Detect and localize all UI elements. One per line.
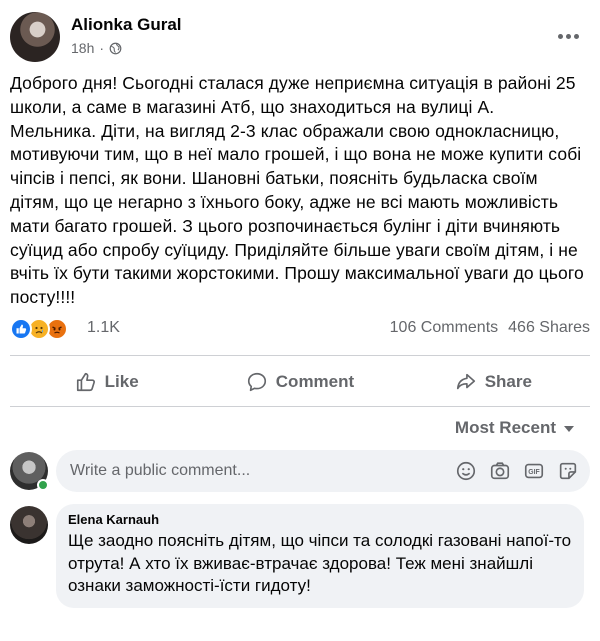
comment-label: Comment — [275, 372, 355, 391]
divider — [10, 406, 590, 407]
dot-icon — [557, 33, 563, 39]
shares-count[interactable]: 466 Shares — [508, 319, 590, 337]
sticker-icon[interactable] — [556, 459, 580, 483]
comment-author[interactable]: Elena Karnauh — [68, 512, 572, 527]
dot-icon — [573, 33, 579, 39]
like-label: Like — [104, 372, 139, 391]
author-name[interactable]: Alionka Gural — [71, 15, 182, 35]
gif-icon[interactable]: GIF — [522, 459, 546, 483]
post-stats: 106 Comments 466 Shares — [390, 319, 590, 337]
reaction-summary: 1.1K 106 Comments 466 Shares — [10, 317, 590, 341]
comment-input[interactable] — [70, 450, 400, 492]
comment-sort-dropdown[interactable]: Most Recent — [455, 418, 574, 438]
cutoff-glyphs: ▂▂ ▂▂▂ ▂ — [68, 634, 178, 641]
composer-icons: GIF — [454, 459, 580, 483]
comments-count[interactable]: 106 Comments — [390, 319, 499, 337]
sort-label: Most Recent — [454, 418, 556, 437]
commenter-avatar[interactable] — [10, 506, 48, 544]
like-reaction-icon — [10, 318, 32, 340]
emoji-icon[interactable] — [454, 459, 478, 483]
online-status-icon — [37, 479, 49, 491]
share-icon — [456, 373, 475, 390]
comment-actions-cutoff: ▂▂ ▂▂▂ ▂ — [68, 634, 178, 641]
thumbs-up-icon — [76, 372, 95, 392]
like-button[interactable]: Like — [10, 362, 203, 402]
reaction-count[interactable]: 1.1K — [87, 319, 120, 337]
share-label: Share — [484, 372, 532, 391]
dot-icon — [565, 33, 571, 39]
post-meta: 18h · — [71, 40, 122, 56]
comment-icon — [247, 372, 266, 392]
comment-bubble: Elena Karnauh Ще заодно поясніть дітям, … — [56, 504, 584, 608]
comment-button[interactable]: Comment — [203, 362, 396, 402]
more-options-button[interactable] — [552, 20, 584, 52]
caret-down-icon — [564, 426, 574, 432]
meta-separator: · — [99, 40, 105, 56]
svg-text:GIF: GIF — [528, 469, 539, 476]
comment-composer: GIF — [10, 450, 590, 494]
camera-icon[interactable] — [488, 459, 512, 483]
reaction-icons[interactable] — [10, 317, 80, 341]
author-avatar[interactable] — [10, 12, 60, 62]
post-text: Доброго дня! Сьогодні сталася дуже непри… — [10, 73, 584, 308]
comment-input-wrapper: GIF — [56, 450, 590, 492]
post-time[interactable]: 18h — [71, 40, 94, 56]
share-button[interactable]: Share — [397, 362, 590, 402]
comment-text: Ще заодно поясніть дітям, що чіпси та со… — [68, 531, 572, 595]
post-actions: Like Comment Share — [10, 362, 590, 402]
post-header: Alionka Gural 18h · — [10, 12, 590, 64]
globe-icon[interactable] — [109, 42, 122, 55]
divider — [10, 355, 590, 356]
